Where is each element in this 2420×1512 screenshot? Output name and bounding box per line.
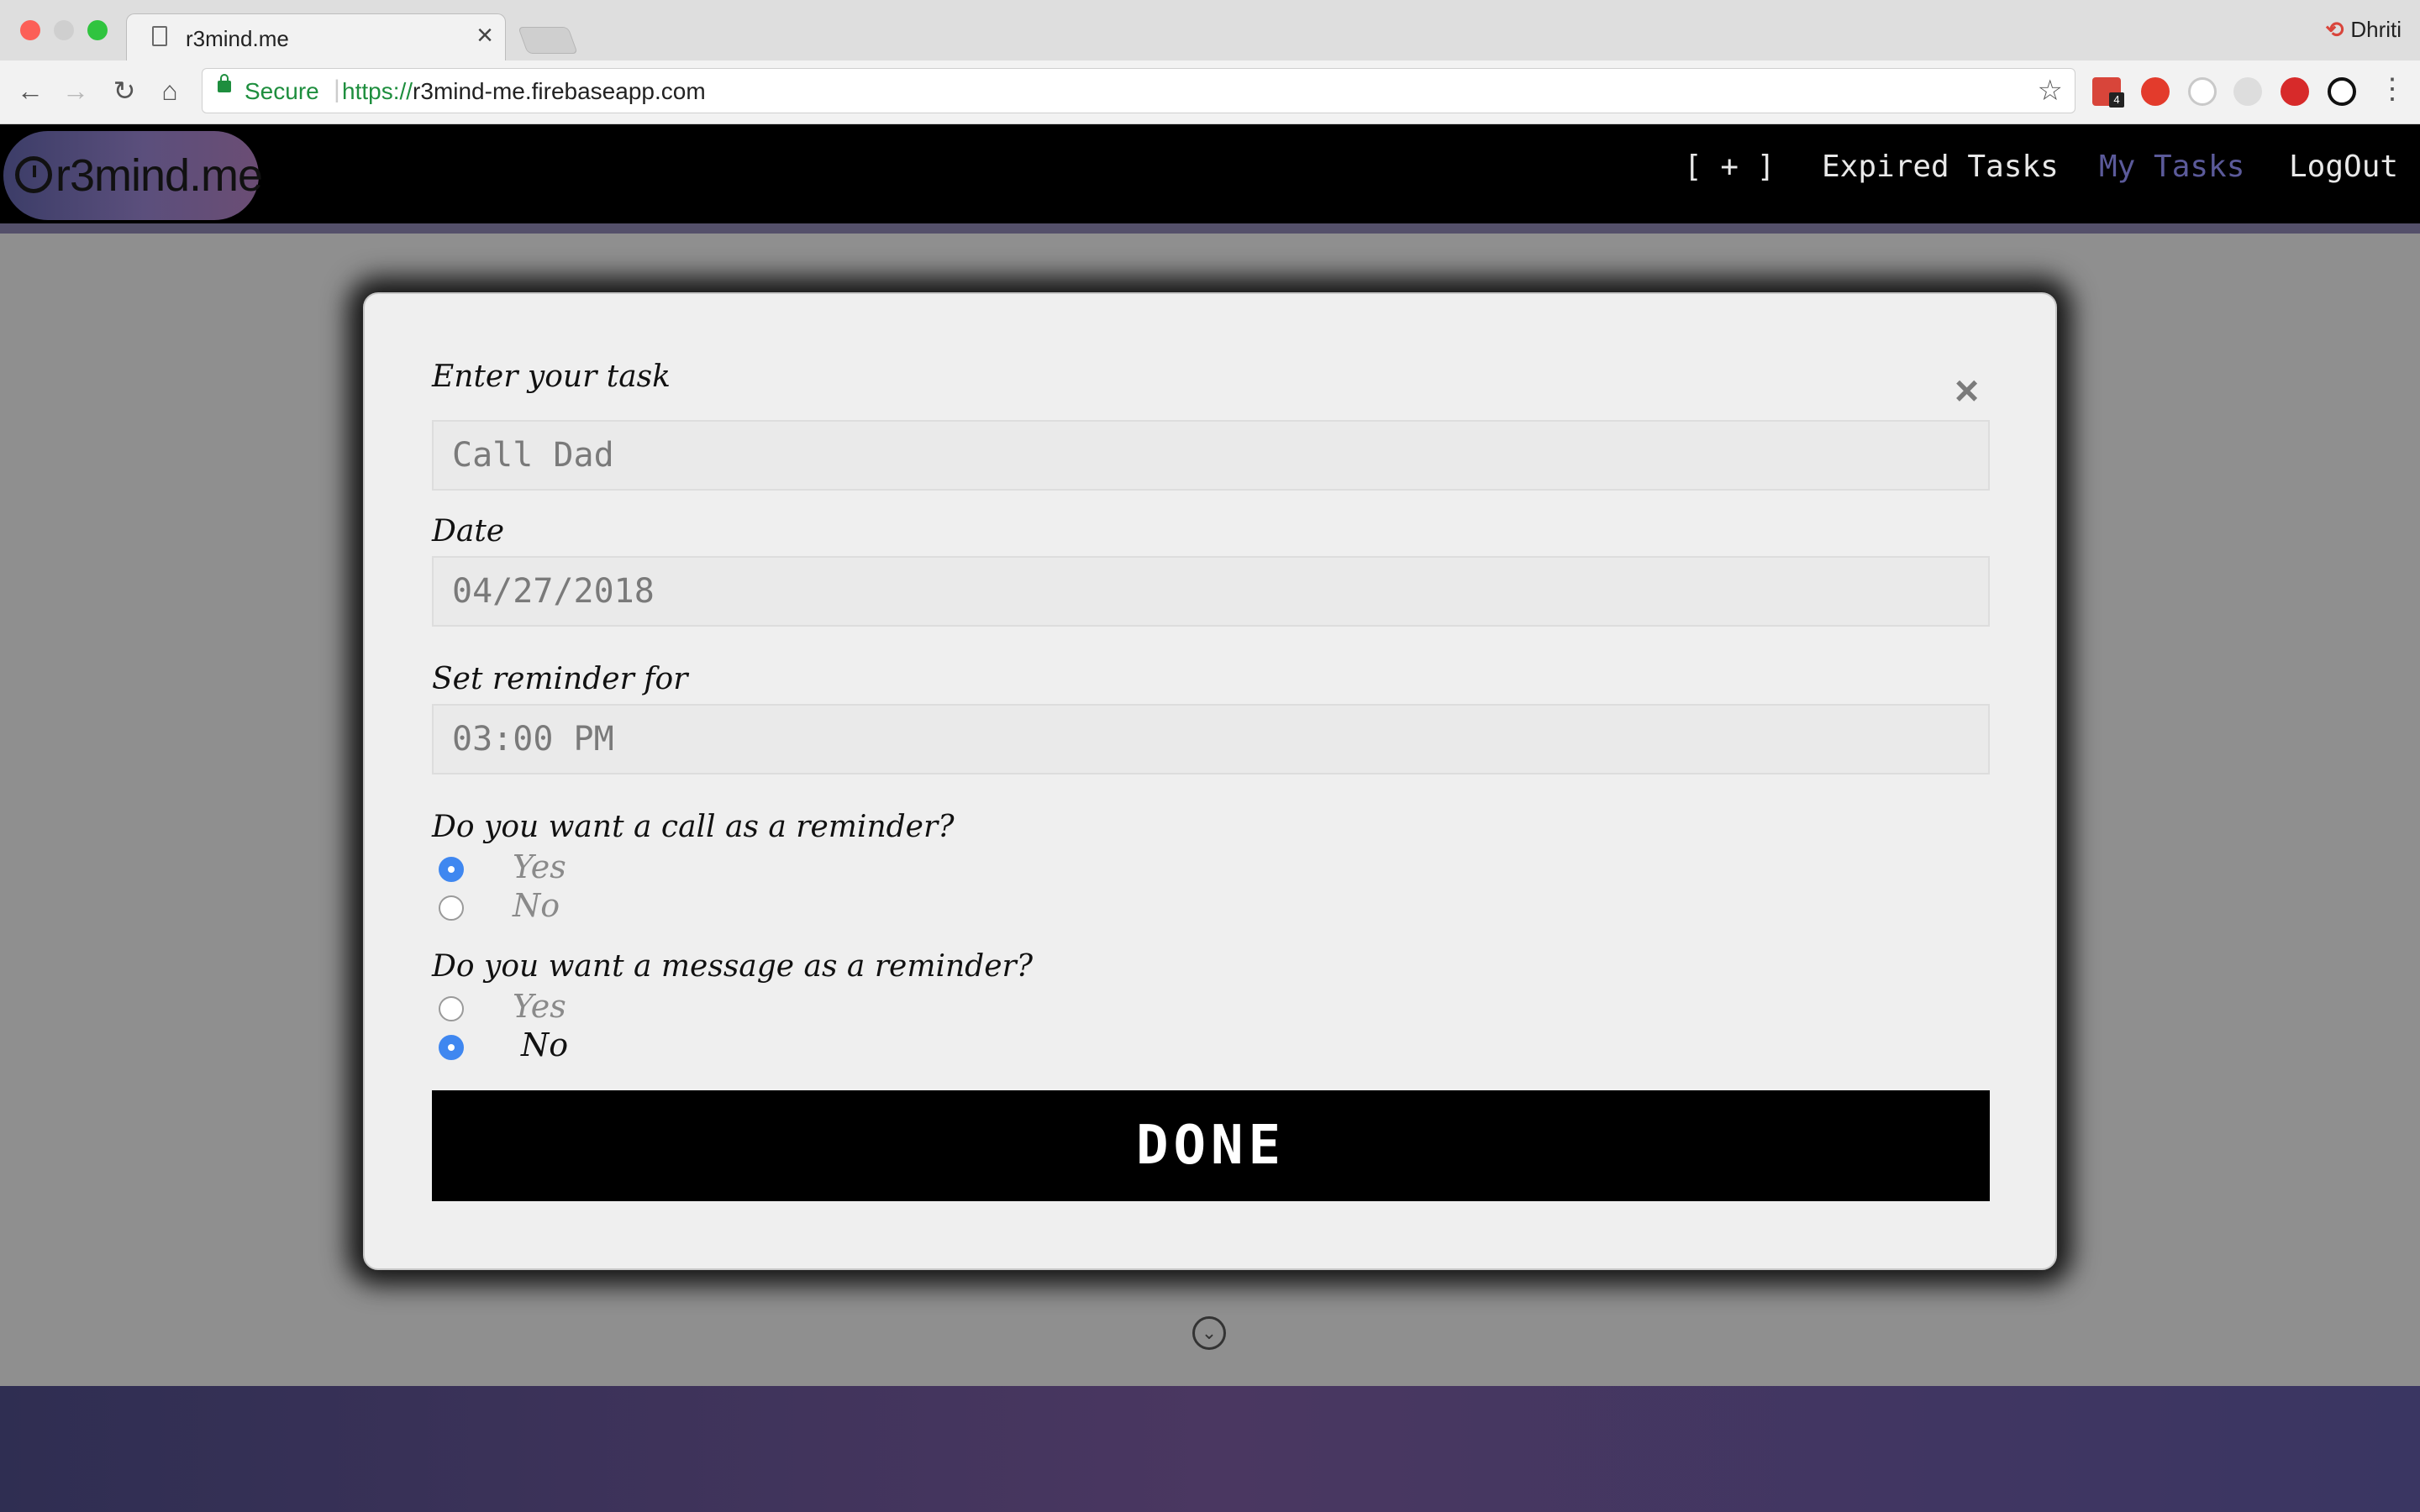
- reminder-time-input[interactable]: 03:00 PM: [432, 704, 1990, 774]
- extension-badge: 4: [2109, 92, 2124, 108]
- document-icon: [152, 26, 167, 46]
- nav-expired-tasks[interactable]: Expired Tasks: [1822, 150, 2059, 184]
- close-icon[interactable]: ×: [1954, 370, 1979, 412]
- home-button[interactable]: ⌂: [150, 71, 190, 111]
- message-no-radio[interactable]: [439, 1035, 464, 1060]
- browser-tab[interactable]: r3mind.me ×: [126, 13, 506, 63]
- profile-button[interactable]: ⟲ Dhriti: [2326, 17, 2402, 43]
- reload-button[interactable]: ↻: [104, 71, 145, 111]
- back-button[interactable]: ←: [10, 71, 50, 111]
- extension-red-icon[interactable]: [2281, 77, 2309, 106]
- app-navbar: r3mind.me [ + ] Expired Tasks My Tasks L…: [0, 124, 2420, 223]
- extension-opera-icon[interactable]: [2141, 77, 2170, 106]
- date-input[interactable]: 04/27/2018: [432, 556, 1990, 627]
- url-text: https://r3mind-me.firebaseapp.com: [342, 78, 706, 104]
- nav-my-tasks[interactable]: My Tasks: [2099, 150, 2244, 184]
- browser-menu-icon[interactable]: ⋮: [2378, 72, 2407, 106]
- call-yes-label[interactable]: Yes: [513, 848, 566, 885]
- app-logo[interactable]: r3mind.me: [3, 131, 263, 220]
- forward-button[interactable]: →: [55, 71, 96, 111]
- message-question-label: Do you want a message as a reminder?: [432, 949, 1034, 984]
- minimize-window-button[interactable]: [54, 20, 74, 40]
- nav-add-task[interactable]: [ + ]: [1684, 150, 1775, 184]
- bookmark-star-icon[interactable]: ☆: [2038, 74, 2063, 108]
- maximize-window-button[interactable]: [87, 20, 108, 40]
- security-label: Secure: [245, 78, 319, 104]
- clock-icon: [15, 156, 52, 193]
- nav-logout[interactable]: LogOut: [2289, 150, 2398, 184]
- address-bar[interactable]: Secure | https://r3mind-me.firebaseapp.c…: [202, 68, 2075, 113]
- reminder-time-label: Set reminder for: [432, 662, 688, 696]
- date-label: Date: [432, 514, 505, 549]
- url-separator: |: [334, 76, 340, 103]
- tab-title: r3mind.me: [186, 26, 289, 51]
- extension-mail-icon[interactable]: 4: [2092, 77, 2124, 108]
- extension-s-icon[interactable]: [2328, 77, 2356, 106]
- browser-toolbar: ← → ↻ ⌂ Secure | https://r3mind-me.fireb…: [0, 60, 2420, 124]
- extension-clock-icon[interactable]: [2188, 77, 2217, 106]
- call-no-radio[interactable]: [439, 895, 464, 921]
- footer-gradient-band: [0, 1386, 2420, 1512]
- message-no-label[interactable]: No: [521, 1026, 568, 1063]
- message-yes-label[interactable]: Yes: [513, 988, 566, 1025]
- add-task-modal: × Enter your task Call Dad Date 04/27/20…: [363, 292, 2057, 1270]
- extension-moon-icon[interactable]: [2233, 77, 2262, 106]
- tab-close-icon[interactable]: ×: [476, 21, 493, 50]
- message-yes-radio[interactable]: [439, 996, 464, 1021]
- call-question-label: Do you want a call as a reminder?: [432, 810, 955, 844]
- lock-icon: [218, 74, 231, 92]
- call-yes-radio[interactable]: [439, 857, 464, 882]
- call-no-label[interactable]: No: [513, 887, 560, 924]
- task-input[interactable]: Call Dad: [432, 420, 1990, 491]
- done-button[interactable]: DONE: [432, 1090, 1990, 1201]
- close-window-button[interactable]: [20, 20, 40, 40]
- profile-name: Dhriti: [2350, 17, 2402, 42]
- logo-text: r3mind.me: [55, 150, 263, 201]
- browser-tab-strip: r3mind.me × ⟲ Dhriti: [0, 0, 2420, 63]
- profile-icon: ⟲: [2325, 17, 2344, 42]
- new-tab-button[interactable]: [518, 27, 578, 54]
- scroll-down-icon[interactable]: ⌄: [1192, 1316, 1226, 1350]
- task-label: Enter your task: [432, 360, 671, 394]
- nav-accent-strip: [0, 223, 2420, 234]
